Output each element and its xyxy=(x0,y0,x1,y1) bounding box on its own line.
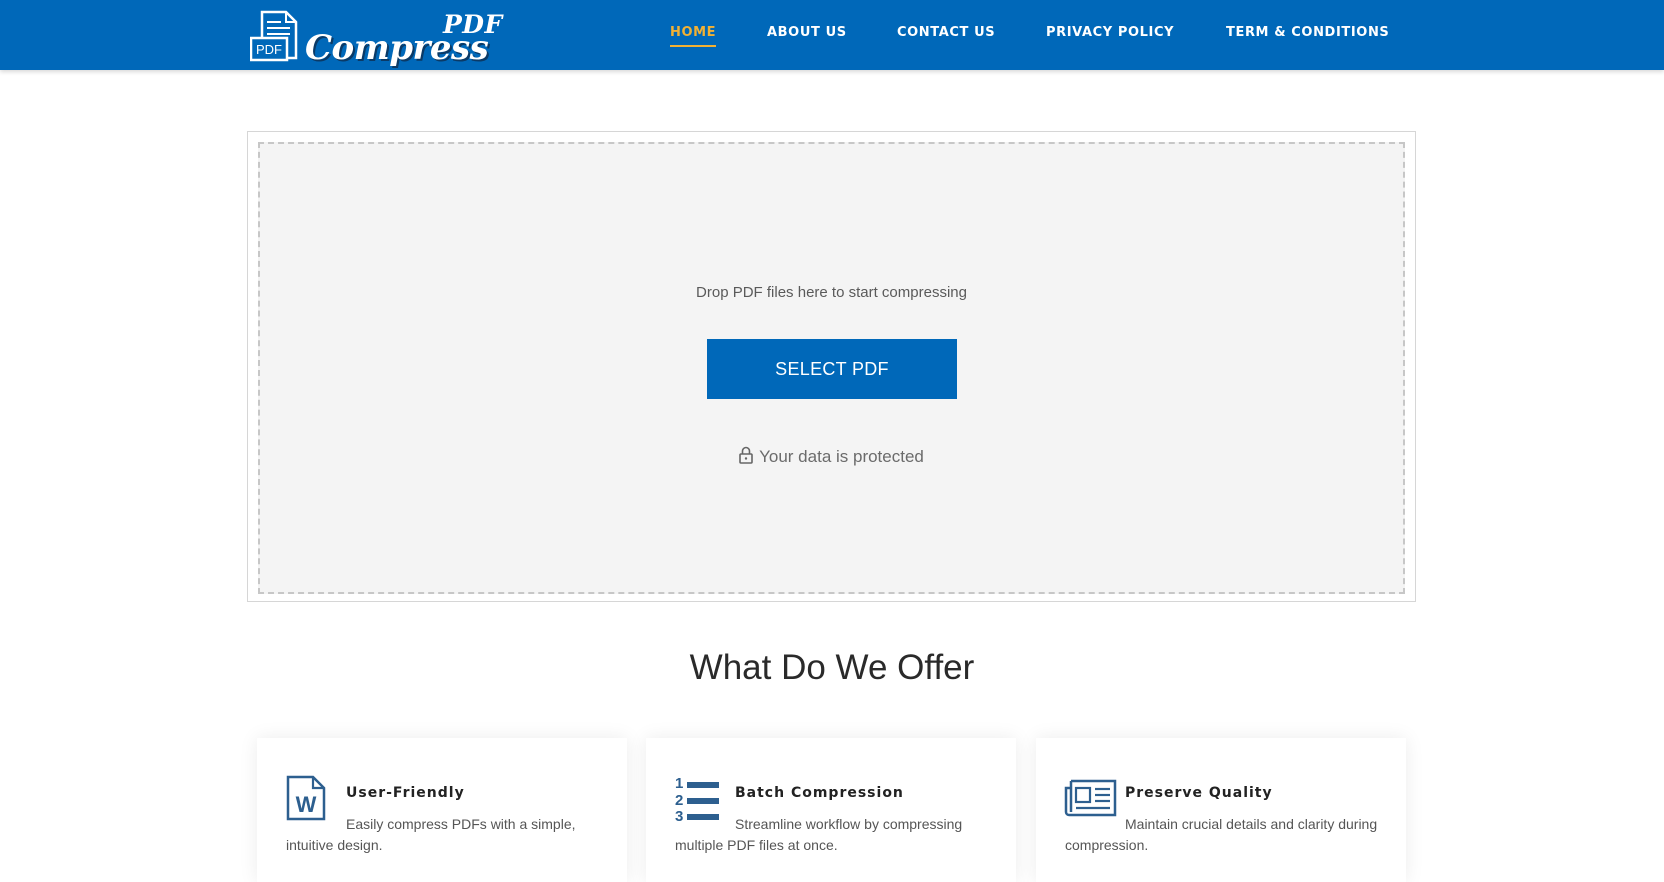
pdf-document-icon: PDF xyxy=(250,10,298,62)
protected-text: Your data is protected xyxy=(759,447,924,466)
drop-instructions: Drop PDF files here to start compressing xyxy=(696,284,967,301)
nav-about-us[interactable]: ABOUT US xyxy=(767,25,847,40)
select-pdf-button[interactable]: SELECT PDF xyxy=(707,339,957,399)
newspaper-icon xyxy=(1064,779,1117,817)
feature-description: Easily compress PDFs with a simple, intu… xyxy=(286,816,576,853)
nav-privacy-policy[interactable]: PRIVACY POLICY xyxy=(1046,25,1174,40)
feature-card-user-friendly: W User-Friendly Easily compress PDFs wit… xyxy=(257,738,627,882)
svg-text:1: 1 xyxy=(675,775,683,792)
pdf-dropzone[interactable]: Drop PDF files here to start compressing… xyxy=(258,142,1405,594)
offer-heading: What Do We Offer xyxy=(689,648,975,687)
feature-description: Streamline workflow by compressing multi… xyxy=(675,816,963,853)
nav-contact-us[interactable]: CONTACT US xyxy=(897,25,995,40)
feature-title: Preserve Quality xyxy=(1125,785,1273,801)
feature-card-preserve-quality: Preserve Quality Maintain crucial detail… xyxy=(1036,738,1406,882)
feature-description: Maintain crucial details and clarity dur… xyxy=(1065,816,1378,853)
nav-term-conditions[interactable]: TERM & CONDITIONS xyxy=(1226,25,1389,40)
feature-title: User-Friendly xyxy=(346,785,465,801)
data-protected-notice: Your data is protected xyxy=(260,446,1403,467)
svg-text:2: 2 xyxy=(675,792,683,809)
nav-home[interactable]: HOME xyxy=(670,25,717,47)
upload-panel: Drop PDF files here to start compressing… xyxy=(247,131,1416,602)
feature-card-batch-compression: 1 2 3 Batch Compression Streamline workf… xyxy=(646,738,1016,882)
logo-doc-label: PDF xyxy=(256,42,282,57)
site-header: PDF PDF Compress HOME ABOUT US CONTACT U… xyxy=(0,0,1664,70)
site-logo[interactable]: PDF PDF Compress xyxy=(250,8,510,68)
lock-icon xyxy=(739,446,753,464)
feature-title: Batch Compression xyxy=(735,785,904,801)
logo-compress-text: Compress xyxy=(305,28,489,68)
